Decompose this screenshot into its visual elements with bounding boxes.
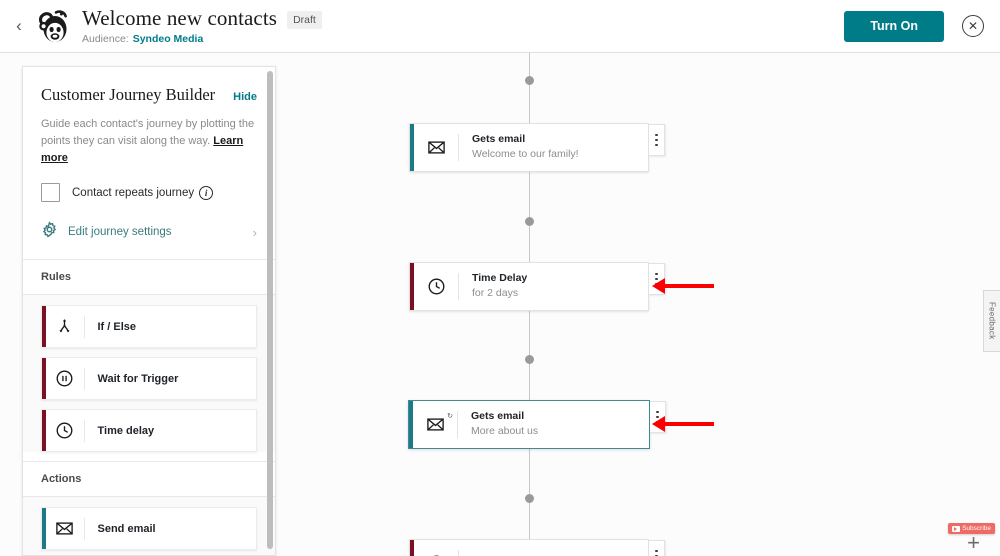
journey-node[interactable]: ↻ Gets emailMore about us [408,400,650,449]
close-icon[interactable]: ✕ [962,15,984,37]
branch-icon [46,317,84,336]
contact-repeats-journey-label: Contact repeats journey i [72,186,213,200]
top-bar: ‹ Welcome new contacts Draft Audience: S… [0,0,1000,53]
kebab-menu-icon[interactable] [649,540,665,556]
palette-item-list: Send emailGroup/Ungroup [23,497,275,556]
palette-item-label: Send email [85,523,156,535]
gear-icon [41,221,58,243]
back-chevron-icon[interactable]: ‹ [6,16,32,36]
flow-connector-dot[interactable] [525,494,534,503]
feedback-tab-label: Feedback [988,302,997,340]
palette-item[interactable]: Time delay [41,409,257,452]
audience-link[interactable]: Syndeo Media [133,33,204,45]
palette-item-label: Wait for Trigger [85,373,179,385]
palette-item[interactable]: Send email [41,507,257,550]
kebab-menu-icon[interactable] [649,124,665,156]
youtube-play-icon [952,526,960,532]
flow-connector-dot[interactable] [525,355,534,364]
flow-connector-dot[interactable] [525,76,534,85]
sidebar-scrollbar[interactable] [267,71,273,549]
feedback-tab[interactable]: Feedback [983,290,1000,352]
journey-node[interactable]: Time Delay [409,539,649,556]
flow-connector-dot[interactable] [525,217,534,226]
envelope-icon [414,124,458,171]
panel-title: Customer Journey Builder [41,85,215,105]
contact-repeats-journey-row: Contact repeats journey i [41,183,257,202]
palette-item[interactable]: Wait for Trigger [41,357,257,400]
hide-panel-button[interactable]: Hide [233,91,257,103]
palette-item-list: If / Else Wait for Trigger Time delay [23,295,275,452]
envelope-icon: ↻ [413,401,457,448]
status-badge: Draft [287,11,322,29]
envelope-icon [46,519,84,538]
info-icon[interactable]: i [199,186,213,200]
palette-item[interactable]: If / Else [41,305,257,348]
node-subtitle: Welcome to our family! [472,147,648,162]
audience-row: Audience: Syndeo Media [82,33,322,45]
pause-circle-icon [46,369,84,388]
palette-sections: Rules If / Else Wait for Trigger Time delay… [23,259,275,556]
edit-journey-settings-row[interactable]: Edit journey settings › [41,221,257,259]
palette-item-label: Time delay [85,425,155,437]
journey-node[interactable]: Gets emailWelcome to our family! [409,123,649,172]
checkbox-label-text: Contact repeats journey [72,187,194,199]
palette-section-header: Actions [23,461,275,497]
node-title: Gets email [471,409,649,423]
palette-section-header: Rules [23,259,275,295]
turn-on-button[interactable]: Turn On [844,11,944,42]
zoom-in-button[interactable]: + [967,532,980,554]
edit-journey-settings-label: Edit journey settings [68,226,172,238]
customer-journey-builder-panel: Customer Journey Builder Hide Guide each… [22,66,276,556]
node-text: Gets emailMore about us [458,401,649,448]
node-title: Gets email [472,132,648,146]
palette-item-label: If / Else [85,321,137,333]
audience-label: Audience: [82,33,129,45]
node-title: Time Delay [472,271,648,285]
clock-icon [414,540,458,556]
annotation-arrow [652,278,714,294]
topbar-actions: Turn On ✕ [844,11,984,42]
node-subtitle: More about us [471,424,649,439]
journey-node[interactable]: Time Delayfor 2 days [409,262,649,311]
contact-repeats-journey-checkbox[interactable] [41,183,60,202]
node-text: Time Delayfor 2 days [459,263,648,310]
chevron-right-icon: › [253,225,257,240]
clock-icon [414,263,458,310]
repeat-badge-icon: ↻ [447,412,453,420]
annotation-arrow [652,416,714,432]
clock-icon [46,421,84,440]
mailchimp-freddie-logo [34,6,72,46]
panel-header: Customer Journey Builder Hide Guide each… [23,67,275,202]
node-subtitle: for 2 days [472,286,648,301]
node-text: Time Delay [459,540,648,556]
node-text: Gets emailWelcome to our family! [459,124,648,171]
page-title: Welcome new contacts [82,7,277,30]
title-block: Welcome new contacts Draft Audience: Syn… [82,7,322,45]
panel-description: Guide each contact's journey by plotting… [41,116,257,167]
